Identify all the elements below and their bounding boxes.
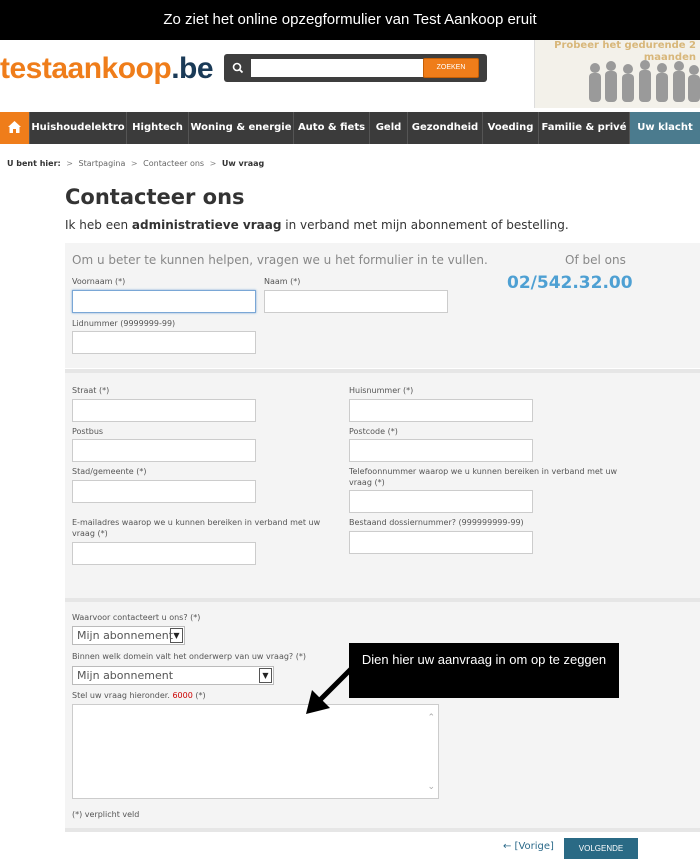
previous-link[interactable]: ← [Vorige] [503, 841, 554, 852]
domain-label: Binnen welk domein valt het onderwerp va… [72, 652, 306, 661]
breadcrumb-item-contacteer-ons[interactable]: Contacteer ons [143, 159, 204, 168]
site-logo[interactable]: testaankoop.be [0, 52, 214, 86]
people-silhouettes-icon [589, 60, 700, 102]
chevron-right-icon: > [66, 159, 73, 168]
nav-item-familie-prive[interactable]: Familie & privé [538, 112, 629, 144]
annotation-callout: Dien hier uw aanvraag in om op te zeggen [349, 643, 619, 698]
stad-field[interactable] [72, 480, 256, 503]
scroll-up-icon[interactable]: ⌃ [427, 713, 435, 723]
search-button[interactable]: ZOEKEN [423, 58, 479, 78]
nav-item-auto-fiets[interactable]: Auto & fiets [293, 112, 369, 144]
section-divider [65, 828, 700, 832]
email-field[interactable] [72, 542, 256, 565]
straat-field[interactable] [72, 399, 256, 422]
voornaam-label: Voornaam (*) [72, 277, 126, 286]
search-input[interactable] [251, 59, 439, 77]
domain-select[interactable]: Mijn abonnement ▼ [72, 666, 274, 685]
telefoon-field[interactable] [349, 490, 533, 513]
annotation-arrow-icon [306, 666, 354, 714]
lidnummer-field[interactable] [72, 331, 256, 354]
breadcrumb-label: U bent hier: [7, 159, 61, 168]
lidnummer-label: Lidnummer (9999999-99) [72, 319, 176, 328]
question-textarea[interactable]: ⌃ ⌄ [72, 704, 439, 799]
postcode-label: Postcode (*) [349, 427, 398, 436]
breadcrumb-item-startpagina[interactable]: Startpagina [79, 159, 126, 168]
call-us-label: Of bel ons [565, 253, 626, 267]
search-bar: ZOEKEN [224, 54, 487, 82]
char-counter: 6000 [172, 691, 193, 700]
page-title: Contacteer ons [65, 185, 245, 209]
form-help-text: Om u beter te kunnen helpen, vragen we u… [72, 253, 488, 267]
naam-label: Naam (*) [264, 277, 301, 286]
dossier-field[interactable] [349, 531, 533, 554]
nav-item-voeding[interactable]: Voeding [482, 112, 538, 144]
nav-item-gezondheid[interactable]: Gezondheid [407, 112, 482, 144]
huisnummer-label: Huisnummer (*) [349, 386, 414, 395]
scroll-down-icon[interactable]: ⌄ [427, 782, 435, 792]
email-label: E-mailadres waarop we u kunnen bereiken … [72, 518, 321, 538]
postcode-field[interactable] [349, 439, 533, 462]
nav-item-uw-klacht[interactable]: Uw klacht [629, 112, 700, 144]
stad-label: Stad/gemeente (*) [72, 467, 147, 476]
question-label: Stel uw vraag hieronder. 6000 (*) [72, 691, 206, 700]
breadcrumb-item-current: Uw vraag [221, 159, 265, 168]
chevron-down-icon: ▼ [259, 668, 272, 683]
reason-select[interactable]: Mijn abonnement ▼ [72, 626, 185, 645]
naam-field[interactable] [264, 290, 448, 313]
dossier-label: Bestaand dossiernummer? (999999999-99) [349, 518, 524, 527]
required-footnote: (*) verplicht veld [72, 810, 140, 819]
breadcrumb: U bent hier: > Startpagina > Contacteer … [7, 159, 264, 168]
voornaam-field[interactable] [72, 290, 256, 313]
image-caption: Zo ziet het online opzegformulier van Te… [0, 0, 700, 40]
next-button[interactable]: VOLGENDE [564, 838, 638, 859]
home-icon [8, 121, 21, 133]
postbus-label: Postbus [72, 427, 104, 436]
nav-item-woning-energie[interactable]: Woning & energie [188, 112, 293, 144]
search-icon [232, 62, 244, 74]
nav-item-geld[interactable]: Geld [369, 112, 407, 144]
reason-label: Waarvoor contacteert u ons? (*) [72, 613, 201, 622]
promo-banner[interactable]: Probeer het gedurende 2 maanden [534, 40, 700, 108]
straat-label: Straat (*) [72, 386, 110, 395]
telefoon-label: Telefoonnummer waarop we u kunnen bereik… [349, 467, 618, 487]
nav-item-huishoudelektro[interactable]: Huishoudelektro [29, 112, 126, 144]
main-nav: Huishoudelektro Hightech Woning & energi… [0, 112, 700, 144]
page-intro: Ik heb een administratieve vraag in verb… [65, 218, 569, 232]
chevron-right-icon: > [130, 159, 138, 168]
chevron-right-icon: > [209, 159, 217, 168]
postbus-field[interactable] [72, 439, 256, 462]
nav-home[interactable] [0, 112, 29, 144]
huisnummer-field[interactable] [349, 399, 533, 422]
phone-number: 02/542.32.00 [507, 273, 633, 293]
chevron-down-icon: ▼ [170, 628, 183, 643]
nav-item-hightech[interactable]: Hightech [126, 112, 188, 144]
